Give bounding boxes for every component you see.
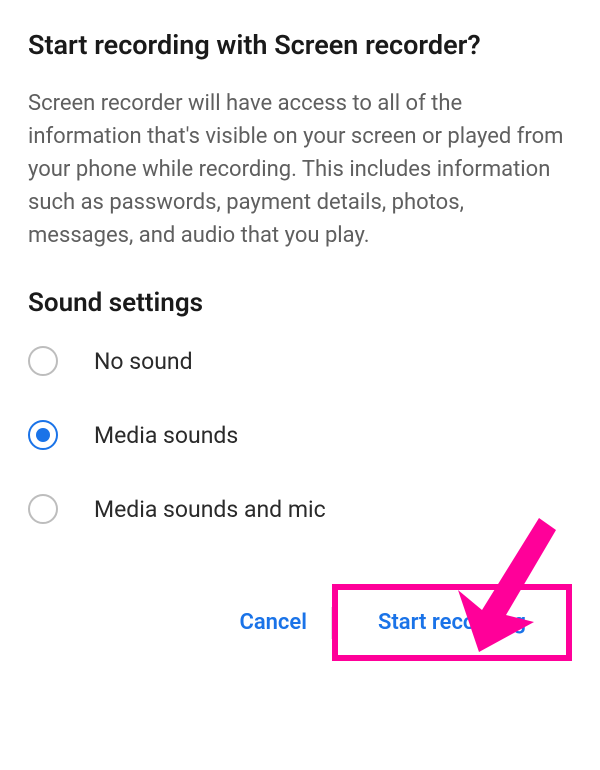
radio-icon-selected (28, 420, 58, 450)
radio-option-media-sounds[interactable]: Media sounds (28, 420, 572, 450)
radio-label: Media sounds and mic (94, 496, 326, 523)
annotation-highlight-box: Start recording (332, 584, 572, 661)
dialog-body-text: Screen recorder will have access to all … (28, 87, 572, 252)
radio-icon (28, 494, 58, 524)
sound-settings-radio-group: No sound Media sounds Media sounds and m… (28, 346, 572, 524)
radio-icon (28, 346, 58, 376)
sound-settings-heading: Sound settings (28, 288, 572, 318)
dialog-button-row: Cancel Start recording (28, 584, 572, 661)
start-recording-button[interactable]: Start recording (354, 596, 550, 649)
cancel-button[interactable]: Cancel (215, 596, 331, 649)
radio-label: Media sounds (94, 422, 238, 449)
radio-option-media-sounds-and-mic[interactable]: Media sounds and mic (28, 494, 572, 524)
dialog-title: Start recording with Screen recorder? (28, 28, 572, 63)
radio-label: No sound (94, 348, 193, 375)
radio-dot-icon (36, 428, 50, 442)
radio-option-no-sound[interactable]: No sound (28, 346, 572, 376)
